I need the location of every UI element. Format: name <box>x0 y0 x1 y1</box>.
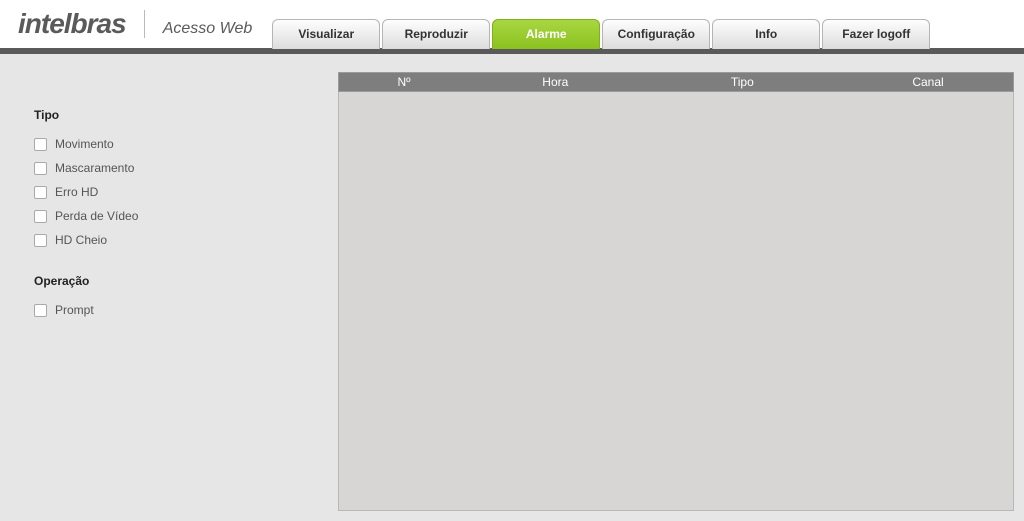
tab-logoff[interactable]: Fazer logoff <box>822 19 930 49</box>
main-tabs: Visualizar Reproduzir Alarme Configuraçã… <box>272 18 930 48</box>
col-header-canal[interactable]: Canal <box>843 75 1013 89</box>
tipo-list: Movimento Mascaramento Erro HD Perda de … <box>34 132 320 252</box>
checkbox-mascaramento[interactable] <box>34 162 47 175</box>
checkbox-perda-video[interactable] <box>34 210 47 223</box>
filter-label: Prompt <box>55 303 94 317</box>
checkbox-prompt[interactable] <box>34 304 47 317</box>
tab-reproduzir[interactable]: Reproduzir <box>382 19 490 49</box>
brand-tag-light: Web <box>220 20 253 37</box>
filter-label: Movimento <box>55 137 114 151</box>
operacao-list: Prompt <box>34 298 320 322</box>
brand-tagline: Acesso Web <box>163 20 253 38</box>
col-header-hora[interactable]: Hora <box>469 75 642 89</box>
filter-label: HD Cheio <box>55 233 107 247</box>
col-header-tipo[interactable]: Tipo <box>642 75 843 89</box>
checkbox-hd-cheio[interactable] <box>34 234 47 247</box>
filter-item-erro-hd: Erro HD <box>34 180 320 204</box>
filter-item-hd-cheio: HD Cheio <box>34 228 320 252</box>
checkbox-movimento[interactable] <box>34 138 47 151</box>
brand-logo: intelbras <box>18 8 126 40</box>
section-title-tipo: Tipo <box>34 108 320 122</box>
filter-item-perda-video: Perda de Vídeo <box>34 204 320 228</box>
brand-separator <box>144 10 145 38</box>
brand: intelbras Acesso Web <box>18 8 252 40</box>
top-bar: intelbras Acesso Web Visualizar Reproduz… <box>0 0 1024 48</box>
alarm-grid: Nº Hora Tipo Canal <box>338 72 1014 511</box>
workspace: Tipo Movimento Mascaramento Erro HD Perd… <box>0 54 1024 521</box>
checkbox-erro-hd[interactable] <box>34 186 47 199</box>
tab-visualizar[interactable]: Visualizar <box>272 19 380 49</box>
filter-label: Perda de Vídeo <box>55 209 138 223</box>
filter-sidebar: Tipo Movimento Mascaramento Erro HD Perd… <box>10 72 320 511</box>
grid-body[interactable] <box>338 92 1014 511</box>
filter-label: Mascaramento <box>55 161 134 175</box>
filter-label: Erro HD <box>55 185 98 199</box>
filter-item-mascaramento: Mascaramento <box>34 156 320 180</box>
grid-header: Nº Hora Tipo Canal <box>338 72 1014 92</box>
brand-tag-strong: Acesso <box>163 20 215 37</box>
tab-info[interactable]: Info <box>712 19 820 49</box>
section-title-operacao: Operação <box>34 274 320 288</box>
tab-configuracao[interactable]: Configuração <box>602 19 710 49</box>
filter-item-movimento: Movimento <box>34 132 320 156</box>
filter-item-prompt: Prompt <box>34 298 320 322</box>
col-header-number[interactable]: Nº <box>339 75 469 89</box>
tab-alarme[interactable]: Alarme <box>492 19 600 49</box>
